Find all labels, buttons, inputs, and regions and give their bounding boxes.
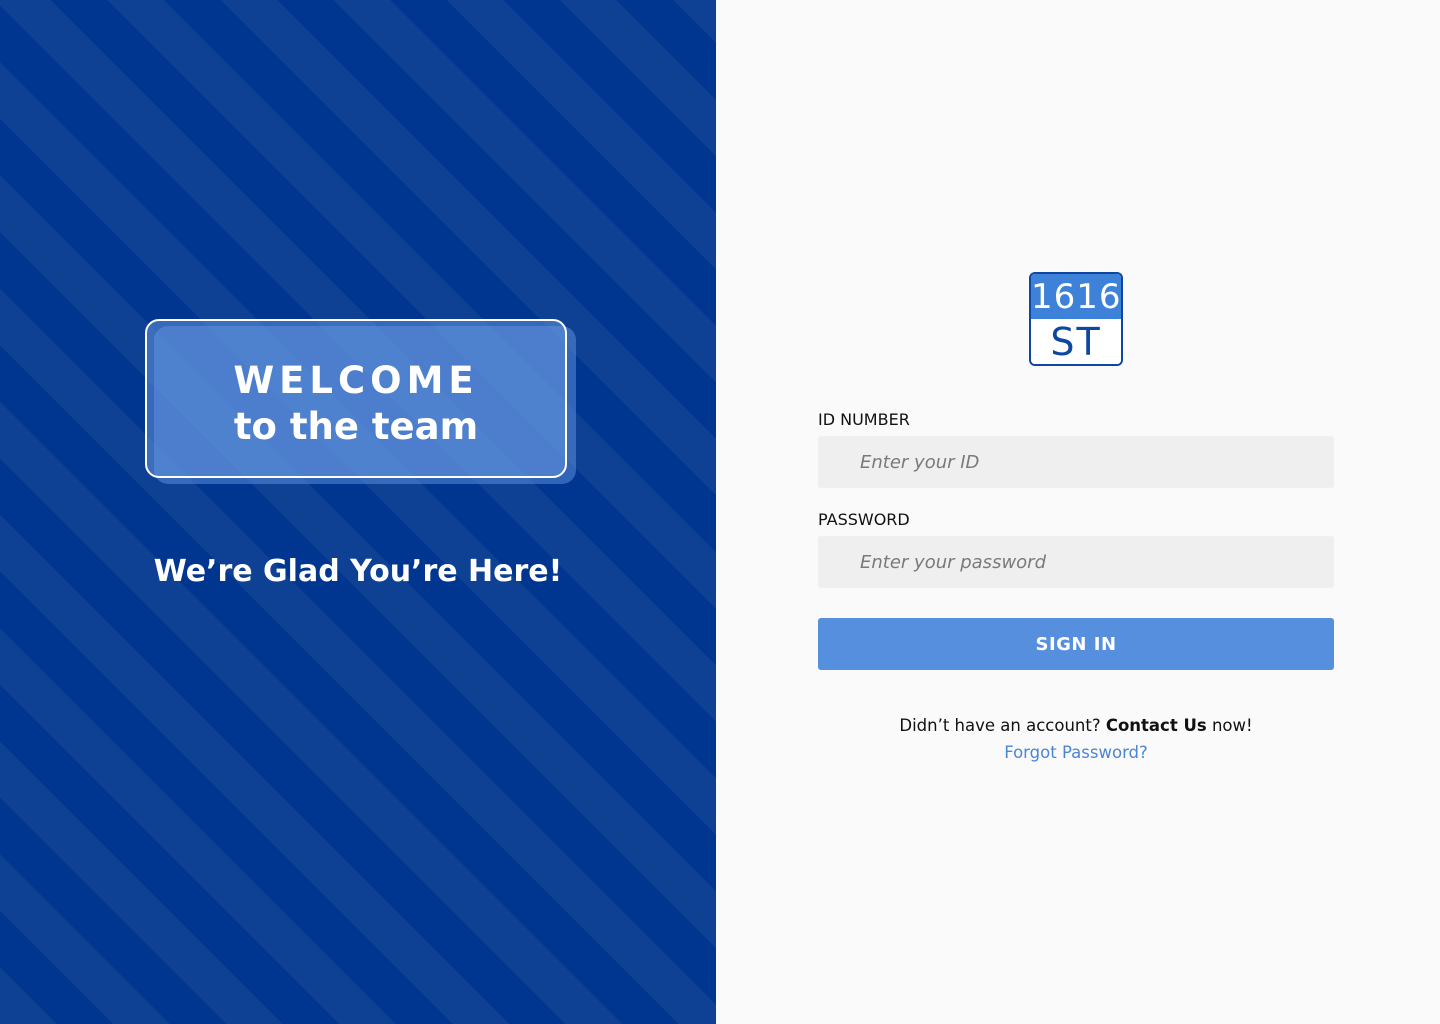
welcome-title: WELCOME [233,359,479,402]
password-input[interactable] [818,536,1334,588]
welcome-subtitle: to the team [233,405,479,448]
forgot-password-link[interactable]: Forgot Password? [818,742,1334,764]
password-label: PASSWORD [818,510,910,529]
welcome-tagline: We’re Glad You’re Here! [153,554,563,589]
welcome-panel: WELCOME to the team We’re Glad You’re He… [0,0,716,1024]
brand-logo: 1616 ST [1029,272,1123,366]
welcome-card: WELCOME to the team [145,319,567,478]
logo-number: 1616 [1031,274,1121,319]
sign-in-button[interactable]: SIGN IN [818,618,1334,670]
contact-us-link[interactable]: Contact Us [1106,716,1207,735]
id-number-label: ID NUMBER [818,410,910,429]
account-prompt: Didn’t have an account? Contact Us now! [818,715,1334,737]
login-panel: 1616 ST ID NUMBER PASSWORD SIGN IN Didn’… [716,0,1440,1024]
account-prompt-suffix: now! [1211,716,1253,735]
id-number-input[interactable] [818,436,1334,488]
account-prompt-prefix: Didn’t have an account? [899,716,1101,735]
logo-suffix: ST [1031,319,1121,364]
